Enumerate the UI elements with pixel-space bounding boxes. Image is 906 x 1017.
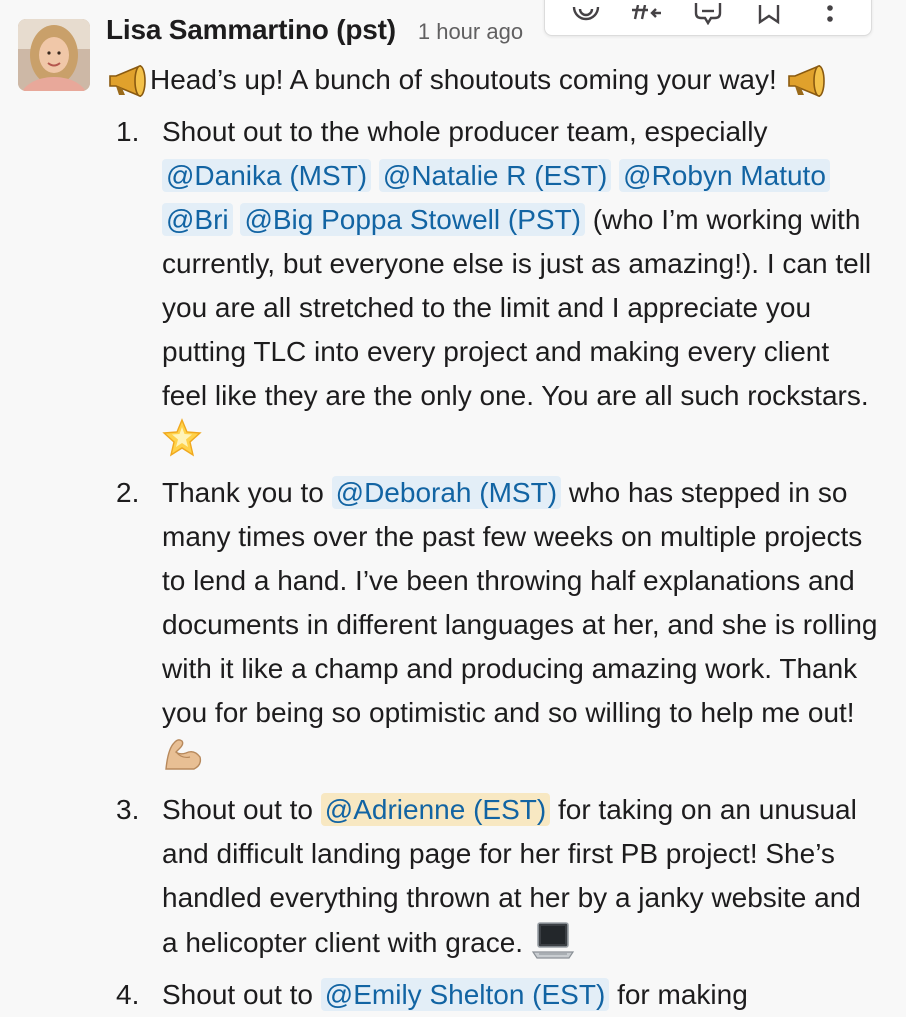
author-name[interactable]: Lisa Sammartino (pst) bbox=[106, 14, 396, 46]
list-item: 4. Shout out to @Emily Shelton (EST) for… bbox=[106, 973, 880, 1017]
list-number: 4. bbox=[116, 979, 140, 1010]
user-mention[interactable]: @Bri bbox=[162, 203, 233, 236]
avatar[interactable] bbox=[18, 19, 90, 91]
item-text: for making bbox=[617, 979, 748, 1010]
user-mention[interactable]: @Emily Shelton (EST) bbox=[320, 978, 610, 1011]
mega-icon bbox=[106, 64, 150, 110]
list-number: 2. bbox=[116, 477, 140, 508]
bookmark-icon[interactable] bbox=[751, 0, 787, 25]
item-text: Shout out to the whole producer team, es… bbox=[162, 116, 768, 147]
star2-icon bbox=[162, 418, 202, 471]
add-reaction-icon[interactable] bbox=[568, 0, 604, 25]
list-item: 1. Shout out to the whole producer team,… bbox=[106, 110, 880, 471]
message-header: Lisa Sammartino (pst) 1 hour ago bbox=[106, 14, 523, 58]
message-body: Head’s up! A bunch of shoutouts coming y… bbox=[106, 58, 896, 1017]
reply-in-thread-hash-icon[interactable] bbox=[629, 0, 665, 25]
list-item: 3. Shout out to @Adrienne (EST) for taki… bbox=[106, 788, 880, 973]
user-mention[interactable]: @Adrienne (EST) bbox=[320, 793, 551, 826]
laptop-icon bbox=[531, 920, 575, 973]
item-text: Shout out to bbox=[162, 979, 314, 1010]
muscle-icon bbox=[162, 735, 204, 788]
list-number: 1. bbox=[116, 116, 140, 147]
item-text: who has stepped in so many times over th… bbox=[162, 477, 878, 728]
user-mention[interactable]: @Natalie R (EST) bbox=[378, 159, 612, 192]
user-mention[interactable]: @Robyn Matuto bbox=[619, 159, 830, 192]
mega-icon bbox=[785, 64, 829, 110]
user-mention[interactable]: @Danika (MST) bbox=[162, 159, 372, 192]
user-mention[interactable]: @Big Poppa Stowell (PST) bbox=[240, 203, 585, 236]
more-actions-icon[interactable] bbox=[812, 0, 848, 25]
item-text: Shout out to bbox=[162, 794, 314, 825]
message-actions-toolbar bbox=[544, 0, 872, 36]
timestamp[interactable]: 1 hour ago bbox=[418, 19, 523, 45]
item-text: Thank you to bbox=[162, 477, 324, 508]
intro-line: Head’s up! A bunch of shoutouts coming y… bbox=[106, 58, 896, 110]
intro-text: Head’s up! A bunch of shoutouts coming y… bbox=[150, 64, 777, 95]
list-item: 2. Thank you to @Deborah (MST) who has s… bbox=[106, 471, 880, 788]
comment-icon[interactable] bbox=[690, 0, 726, 25]
user-mention[interactable]: @Deborah (MST) bbox=[331, 476, 562, 509]
message: Lisa Sammartino (pst) 1 hour ago Head’s … bbox=[0, 0, 906, 1011]
shoutout-list: 1. Shout out to the whole producer team,… bbox=[106, 110, 896, 1017]
list-number: 3. bbox=[116, 794, 140, 825]
